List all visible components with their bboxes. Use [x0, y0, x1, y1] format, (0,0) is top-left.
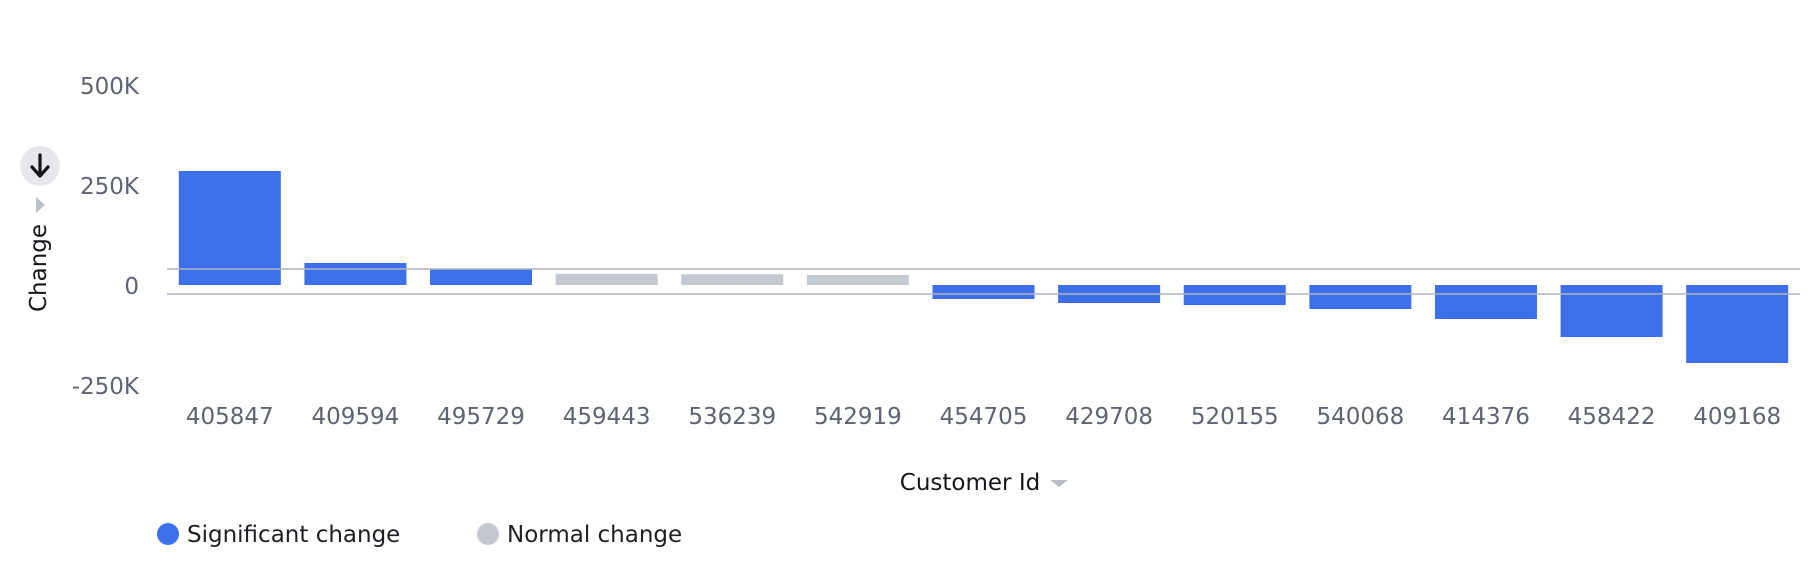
y-tick-label: 250K — [80, 174, 140, 200]
x-axis-tick-labels: 405847 409594 495729 459443 536239 542919 4547… — [186, 404, 1781, 430]
y-tick-label: -250K — [72, 374, 140, 400]
legend-item-normal-change[interactable]: Normal change — [477, 522, 682, 548]
x-tick-label: 414376 — [1442, 404, 1530, 430]
x-tick-label: 459443 — [563, 404, 651, 430]
x-tick-label: 405847 — [186, 404, 274, 430]
bar-542919[interactable] — [806, 275, 909, 285]
bar-458422[interactable] — [1560, 285, 1663, 337]
caret-right-icon[interactable] — [36, 197, 45, 213]
x-tick-label: 520155 — [1191, 404, 1279, 430]
legend: Significant change Normal change — [157, 522, 682, 548]
bar-536239[interactable] — [681, 274, 784, 285]
y-tick-label: 0 — [124, 274, 139, 300]
bar-chart: 500K 250K 0 -250K 405847 409594 495729 459443 5… — [20, 74, 1800, 548]
sort-button[interactable] — [20, 146, 60, 186]
legend-item-significant-change[interactable]: Significant change — [157, 522, 400, 548]
y-axis-title[interactable]: Change — [26, 224, 52, 312]
bars — [178, 171, 1789, 363]
bar-454705[interactable] — [932, 285, 1035, 299]
x-tick-label: 495729 — [437, 404, 525, 430]
x-tick-label: 409168 — [1693, 404, 1781, 430]
y-axis-ticks: 500K 250K 0 -250K — [72, 74, 140, 400]
x-tick-label: 429708 — [1065, 404, 1153, 430]
x-tick-label: 458422 — [1568, 404, 1656, 430]
caret-down-icon[interactable] — [1050, 480, 1068, 487]
x-axis-title[interactable]: Customer Id — [900, 470, 1040, 496]
bar-409594[interactable] — [304, 263, 407, 285]
legend-swatch — [157, 523, 179, 545]
x-tick-label: 536239 — [688, 404, 776, 430]
x-tick-label: 540068 — [1316, 404, 1404, 430]
legend-label: Normal change — [507, 522, 682, 548]
bar-414376[interactable] — [1434, 285, 1537, 319]
y-tick-label: 500K — [80, 74, 140, 100]
bar-405847[interactable] — [178, 171, 281, 285]
legend-swatch — [477, 523, 499, 545]
bar-459443[interactable] — [555, 273, 658, 285]
bar-409168[interactable] — [1686, 285, 1789, 363]
bar-520155[interactable] — [1183, 285, 1286, 305]
bar-495729[interactable] — [430, 269, 533, 285]
legend-label: Significant change — [187, 522, 400, 548]
x-tick-label: 454705 — [940, 404, 1028, 430]
x-tick-label: 409594 — [312, 404, 400, 430]
bar-540068[interactable] — [1309, 285, 1412, 309]
x-tick-label: 542919 — [814, 404, 902, 430]
